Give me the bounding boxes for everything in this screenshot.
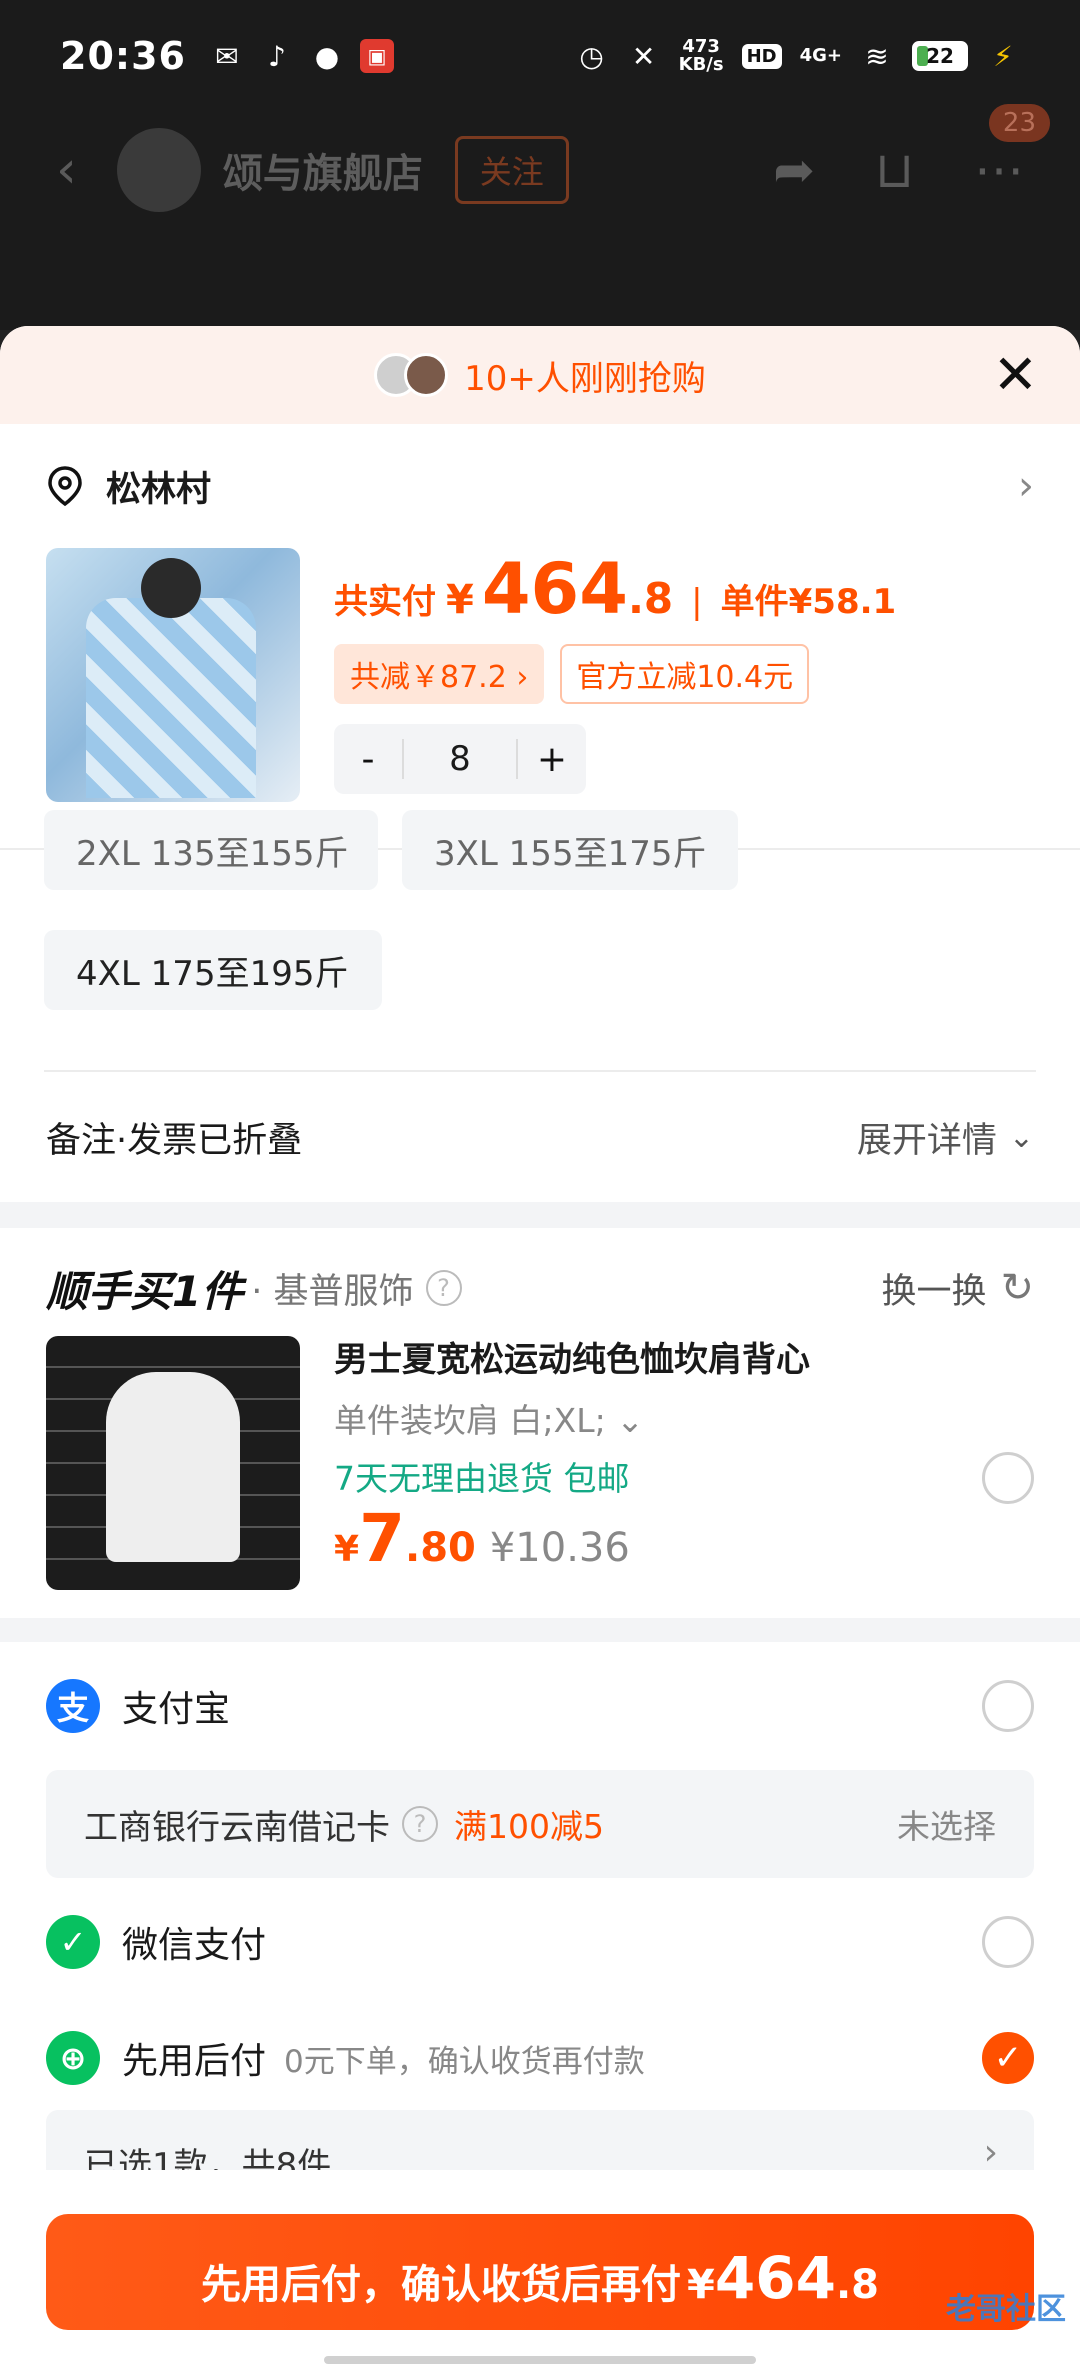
bundle-item-service: 7天无理由退货 包邮	[334, 1459, 630, 1498]
size-chip[interactable]: 4XL 175至195斤	[44, 930, 382, 1010]
bundle-shop: · 基普服饰	[251, 1271, 414, 1312]
share-icon[interactable]: ➦	[773, 141, 815, 199]
tiktok-notification-icon: ♪	[268, 39, 286, 73]
bundle-item-image	[46, 1336, 300, 1590]
address-row[interactable]: 松林村 ›	[0, 424, 1080, 548]
alarm-icon: ◷	[579, 39, 604, 73]
background-page: 20:36 ✉ ♪ ● ▣ ◷ ✕ 473 KB/s HD 4G+ ≋ 22 ⚡ …	[0, 0, 1080, 330]
chevron-down-icon: ⌄	[1008, 1119, 1034, 1155]
payment-pay-later[interactable]: ⊕ 先用后付 0元下单，确认收货再付款 ✓	[0, 2006, 1080, 2110]
notification-icons: ✉ ♪ ● ▣	[210, 39, 394, 73]
product-summary: 共实付 ¥ 464 .8 | 单件¥58.1 共减￥87.2 › 官方立减10.…	[0, 548, 1080, 848]
payment-alipay[interactable]: 支 支付宝	[0, 1642, 1080, 1770]
net-speed: 473 KB/s	[678, 36, 724, 75]
location-icon	[48, 466, 82, 507]
cart-count-badge: 23	[988, 104, 1050, 142]
shop-header: ‹ 颂与旗舰店 关注 ➦ ⊔ ⋯	[0, 120, 1080, 220]
bundle-item[interactable]: 男士夏宽松运动纯色恤坎肩背心 单件装坎肩 白;XL; ⌄ 7天无理由退货 包邮 …	[0, 1328, 1080, 1618]
signal-icon: 4G+	[799, 45, 842, 66]
checkout-sheet: 10+人刚刚抢购 ✕ 松林村 › 共实付 ¥ 464 .8 | 单件¥58.1 …	[0, 326, 1080, 2376]
size-chip[interactable]: 3XL 155至175斤	[402, 810, 738, 890]
section-gap	[0, 1618, 1080, 1642]
refresh-icon[interactable]: ↻	[1000, 1265, 1034, 1311]
size-chip[interactable]: 2XL 135至155斤	[44, 810, 378, 890]
discount-total-tag[interactable]: 共减￥87.2 ›	[334, 644, 545, 704]
official-discount-tag: 官方立减10.4元	[560, 644, 810, 704]
charging-icon: ⚡	[993, 39, 1013, 73]
bundle-item-spec[interactable]: 单件装坎肩 白;XL; ⌄	[334, 1394, 644, 1442]
pay-later-desc: 0元下单，确认收货再付款	[284, 2043, 645, 2080]
buyers-text: 10+人刚刚抢购	[464, 358, 706, 399]
status-time: 20:36	[60, 34, 186, 78]
wechat-radio[interactable]	[982, 1916, 1034, 1968]
payment-name: 支付宝	[122, 1689, 231, 1730]
bank-name: 工商银行云南借记卡	[84, 1807, 390, 1848]
cart-icon[interactable]: ⊔	[875, 141, 914, 199]
home-indicator[interactable]	[324, 2356, 756, 2364]
quantity-value[interactable]: 8	[402, 739, 518, 779]
help-icon[interactable]: ?	[402, 1806, 438, 1842]
remark-label: 备注·发票已折叠	[46, 1120, 303, 1161]
status-right: ◷ ✕ 473 KB/s HD 4G+ ≋ 22 ⚡	[575, 38, 1020, 74]
address-text: 松林村	[106, 469, 212, 510]
bundle-item-radio[interactable]	[982, 1452, 1034, 1504]
wechat-notification-icon: ✉	[215, 39, 239, 73]
follow-button[interactable]: 关注	[454, 136, 569, 204]
help-icon[interactable]: ?	[425, 1270, 462, 1306]
swap-button[interactable]: 换一换	[881, 1263, 986, 1314]
close-icon[interactable]: ✕	[993, 348, 1038, 402]
shop-name: 颂与旗舰店	[222, 151, 423, 197]
payment-name: 先用后付	[122, 2041, 267, 2082]
increase-button[interactable]: +	[518, 739, 586, 780]
section-gap	[0, 1202, 1080, 1228]
back-icon[interactable]: ‹	[56, 140, 77, 200]
watermark-logo: 老哥社区	[946, 2292, 1066, 2327]
bottom-bar: 先用后付，确认收货后再付 ¥ 464 .8 老哥社区	[0, 2192, 1080, 2376]
alipay-icon: 支	[46, 1679, 100, 1733]
bundle-item-original-price: ¥10.36	[489, 1525, 630, 1571]
product-image	[46, 548, 300, 802]
chevron-right-icon: ›	[1018, 463, 1034, 509]
hd-badge: HD	[741, 43, 782, 69]
bundle-header: 顺手买1件 · 基普服饰 ? 换一换 ↻	[0, 1228, 1080, 1328]
decrease-button[interactable]: -	[334, 739, 402, 780]
discount-tags: 共减￥87.2 › 官方立减10.4元	[334, 644, 810, 704]
message-notification-icon: ●	[314, 39, 340, 73]
pay-later-icon: ⊕	[46, 2031, 100, 2085]
payment-name: 微信支付	[122, 1925, 267, 1966]
wifi-icon: ≋	[865, 39, 889, 73]
shop-avatar	[116, 128, 201, 212]
bundle-logo: 顺手买1件	[46, 1266, 244, 1316]
bundle-item-title: 男士夏宽松运动纯色恤坎肩背心	[334, 1340, 810, 1380]
mute-icon: ✕	[631, 39, 656, 73]
chevron-right-icon: ›	[983, 2132, 998, 2170]
pay-later-confirm-button[interactable]: 先用后付，确认收货后再付 ¥ 464 .8	[46, 2214, 1034, 2330]
status-bar: 20:36 ✉ ♪ ● ▣ ◷ ✕ 473 KB/s HD 4G+ ≋ 22 ⚡	[0, 0, 1080, 112]
battery-icon: 22	[912, 41, 968, 71]
more-icon[interactable]: ⋯	[974, 141, 1024, 199]
size-options: 2XL 135至155斤 3XL 155至175斤 4XL 175至195斤	[0, 810, 1080, 1070]
remark-row[interactable]: 备注·发票已折叠 展开详情 ⌄	[0, 1072, 1080, 1202]
quantity-stepper: - 8 +	[334, 724, 586, 794]
pay-later-radio-checked[interactable]: ✓	[982, 2032, 1034, 2084]
selected-summary: 已选1款，共8件	[84, 2146, 332, 2170]
bank-status: 未选择	[897, 1807, 996, 1846]
bank-card-row[interactable]: 工商银行云南借记卡 ? 满100减5 未选择	[46, 1770, 1034, 1878]
expand-details[interactable]: 展开详情	[857, 1112, 997, 1163]
bundle-item-price: ¥ 7 .80 ¥10.36	[334, 1500, 630, 1577]
bank-promo: 满100减5	[454, 1807, 604, 1846]
app-notification-icon: ▣	[359, 39, 394, 73]
total-price: 共实付 ¥ 464 .8 | 单件¥58.1	[334, 548, 897, 630]
alipay-radio[interactable]	[982, 1680, 1034, 1732]
recent-buyers-banner: 10+人刚刚抢购 ✕	[0, 326, 1080, 424]
unit-price: 单件¥58.1	[720, 582, 897, 622]
payment-wechat[interactable]: ✓ 微信支付	[0, 1878, 1080, 2006]
selected-summary-row[interactable]: 已选1款，共8件 ›	[46, 2110, 1034, 2170]
buyer-avatars	[374, 353, 449, 397]
wechat-pay-icon: ✓	[46, 1915, 100, 1969]
